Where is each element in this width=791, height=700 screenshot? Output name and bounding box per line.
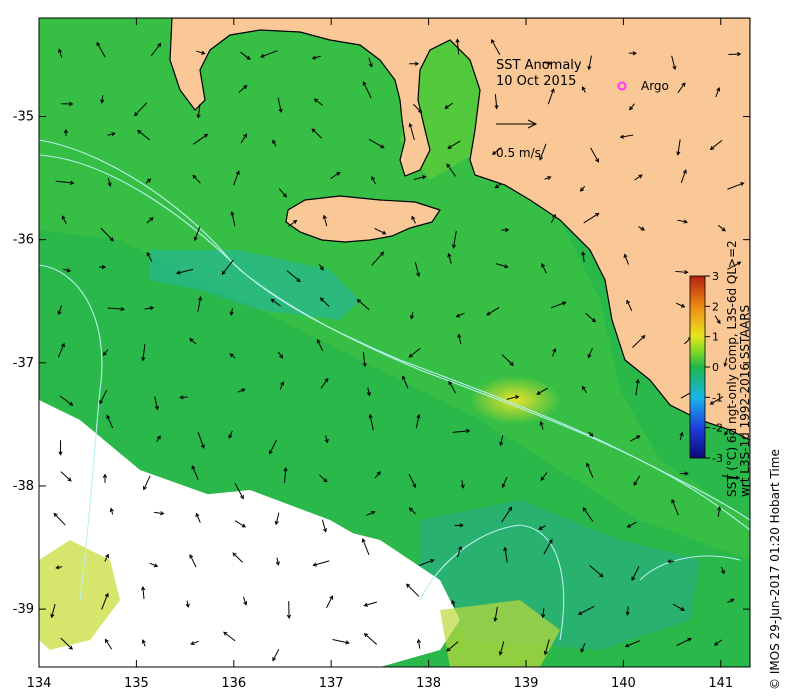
x-tick-label: 141 xyxy=(708,676,733,691)
x-tick-label: 134 xyxy=(27,676,52,691)
colorbar-tick-label: -1 xyxy=(712,391,723,404)
y-tick-label: -37 xyxy=(13,356,34,371)
map-title: SST Anomaly xyxy=(496,58,582,73)
colorbar-tick-label: 1 xyxy=(712,331,719,344)
colorbar-tick-label: 2 xyxy=(712,300,719,313)
x-tick-label: 140 xyxy=(611,676,636,691)
colorbar-tick-label: 3 xyxy=(712,270,719,283)
colorbar-caption-line2: wrt L3S-1d 1992-2016 SSTAARS xyxy=(738,305,752,497)
colorbar-tick-label: -2 xyxy=(712,422,723,435)
x-tick-label: 136 xyxy=(221,676,246,691)
argo-legend-label: Argo xyxy=(641,79,669,93)
colorbar-tick-label: 0 xyxy=(712,361,719,374)
y-tick-label: -38 xyxy=(13,479,34,494)
colorbar-caption-line1: SST (°C) 6d ngt-only comp, L3S-6d QL>=2 xyxy=(725,240,739,497)
scale-label: 0.5 m/s xyxy=(496,146,541,160)
credit-text: © IMOS 29-Jun-2017 01:20 Hobart Time xyxy=(768,449,782,690)
y-tick-label: -39 xyxy=(13,602,34,617)
map-date: 10 Oct 2015 xyxy=(496,74,576,89)
x-tick-label: 139 xyxy=(514,676,539,691)
colorbar-gradient xyxy=(689,275,706,459)
x-tick-label: 135 xyxy=(124,676,149,691)
colorbar-tick-label: -3 xyxy=(712,452,723,465)
x-tick-label: 137 xyxy=(319,676,344,691)
y-tick-label: -35 xyxy=(13,110,34,125)
map-plot xyxy=(39,18,750,667)
y-tick-label: -36 xyxy=(13,233,34,248)
x-tick-label: 138 xyxy=(416,676,441,691)
